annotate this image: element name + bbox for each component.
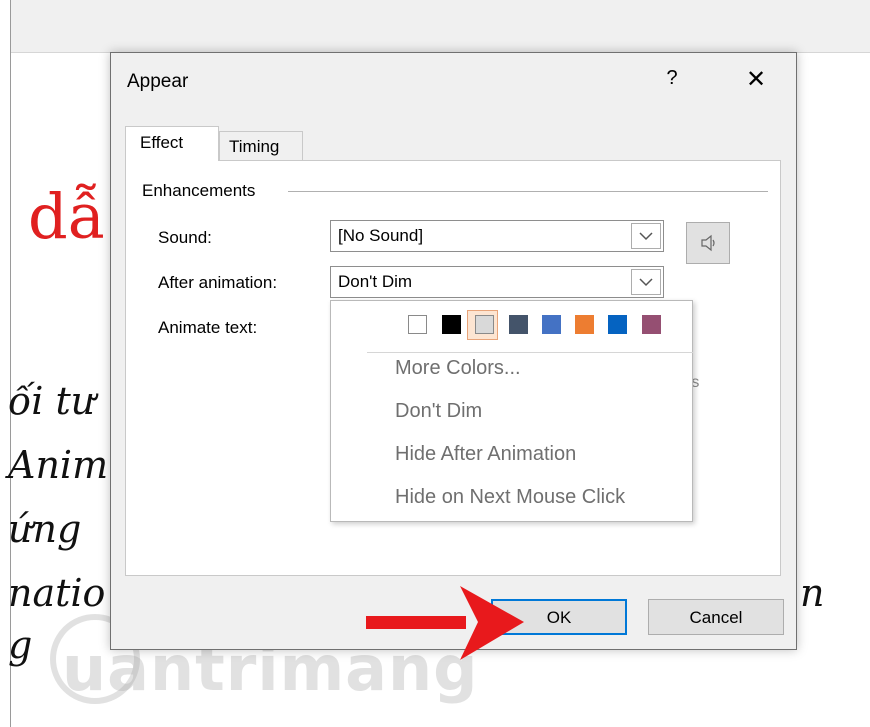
slide-text-line: n (800, 571, 825, 615)
chevron-down-icon[interactable] (631, 269, 661, 295)
after-animation-value: Don't Dim (338, 272, 413, 291)
color-swatch-slate[interactable] (509, 315, 528, 334)
red-arrow-icon (366, 586, 524, 660)
after-animation-label: After animation: (158, 273, 278, 292)
window-edge (10, 0, 11, 727)
slide-text-line: g (8, 623, 33, 667)
app-top-bar (10, 0, 870, 53)
close-button[interactable]: ✕ (739, 65, 773, 95)
color-swatch-plum[interactable] (642, 315, 661, 334)
enhancements-group-label: Enhancements (142, 181, 256, 200)
color-swatch-orange[interactable] (575, 315, 594, 334)
color-swatch-black[interactable] (442, 315, 461, 334)
menu-item-hide-after-animation[interactable]: Hide After Animation (395, 443, 576, 466)
sound-preview-button[interactable] (686, 222, 730, 264)
chevron-down-icon[interactable] (631, 223, 661, 249)
sound-value: [No Sound] (338, 226, 424, 245)
color-swatch-white[interactable] (408, 315, 427, 334)
menu-item-more-colors[interactable]: More Colors... (395, 357, 521, 380)
group-divider (288, 191, 768, 192)
slide-text-line: Anim (8, 443, 109, 487)
slide-title-text: dẫ (28, 180, 106, 253)
slide-text-line: natio (8, 571, 106, 615)
tab-effect[interactable]: Effect (125, 126, 219, 161)
menu-separator (367, 352, 693, 353)
menu-item-dont-dim[interactable]: Don't Dim (395, 400, 482, 423)
speaker-icon (701, 234, 715, 252)
color-swatch-dark-blue[interactable] (608, 315, 627, 334)
appear-dialog: Appear ? ✕ Effect Timing Enhancements So… (110, 52, 797, 650)
after-animation-dropdown[interactable]: Don't Dim (330, 266, 664, 298)
menu-item-hide-on-next-click[interactable]: Hide on Next Mouse Click (395, 486, 625, 509)
color-swatch-blue[interactable] (542, 315, 561, 334)
sound-dropdown[interactable]: [No Sound] (330, 220, 664, 252)
help-button[interactable]: ? (659, 67, 685, 93)
slide-text-line: ứng (8, 507, 82, 551)
cancel-button[interactable]: Cancel (648, 599, 784, 635)
tab-timing[interactable]: Timing (219, 131, 303, 161)
after-animation-menu: More Colors... Don't Dim Hide After Anim… (330, 300, 693, 522)
slide-text-line: ối tư (8, 379, 96, 423)
dialog-title: Appear (127, 71, 189, 92)
color-swatch-light-gray[interactable] (475, 315, 494, 334)
animate-text-label: Animate text: (158, 318, 258, 337)
sound-label: Sound: (158, 228, 212, 247)
